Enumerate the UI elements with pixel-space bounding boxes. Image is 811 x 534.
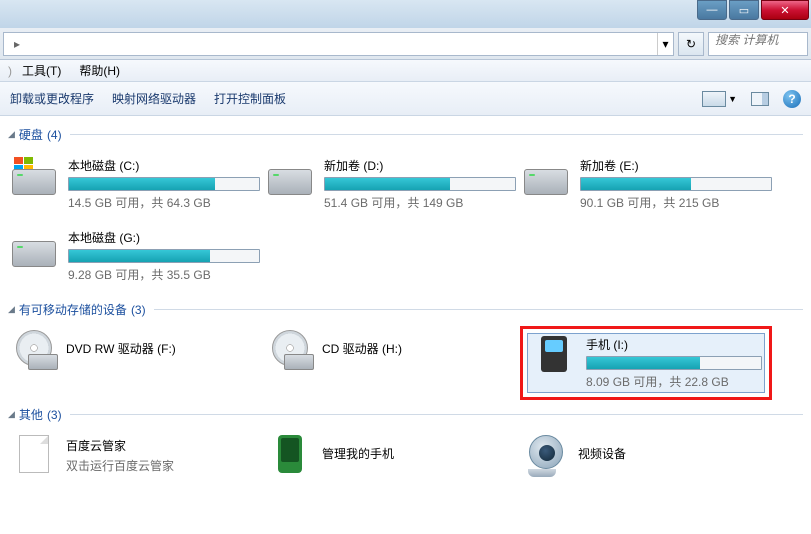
item-baidu[interactable]: 百度云管家 双击运行百度云管家 xyxy=(10,435,262,475)
item-video[interactable]: 视频设备 xyxy=(522,435,774,475)
group-rule xyxy=(70,414,803,415)
window-titlebar: — ▭ ✕ xyxy=(0,0,811,28)
drive-icon xyxy=(12,157,60,197)
view-icon xyxy=(702,91,726,107)
group-header-hdd[interactable]: ◢ 硬盘 (4) xyxy=(8,126,803,143)
drive-sub: 51.4 GB 可用，共 149 GB xyxy=(324,194,516,211)
uninstall-button[interactable]: 卸载或更改程序 xyxy=(10,90,94,107)
item-phone-mgr[interactable]: 管理我的手机 xyxy=(266,435,518,475)
capacity-bar xyxy=(68,177,260,191)
drive-cd[interactable]: CD 驱动器 (H:) xyxy=(266,330,518,370)
refresh-icon: ↻ xyxy=(686,37,696,51)
phone-icon xyxy=(266,435,314,475)
drive-g[interactable]: 本地磁盘 (G:) 9.28 GB 可用，共 35.5 GB xyxy=(10,227,262,285)
command-bar: 卸载或更改程序 映射网络驱动器 打开控制面板 ▼ ? xyxy=(0,82,811,116)
group-rule xyxy=(70,134,803,135)
webcam-icon xyxy=(522,435,570,475)
group-label: 硬盘 xyxy=(19,126,43,143)
collapse-icon: ◢ xyxy=(8,304,15,315)
capacity-bar xyxy=(586,356,762,370)
mp3-icon xyxy=(530,336,578,376)
drive-sub: 9.28 GB 可用，共 35.5 GB xyxy=(68,266,260,283)
collapse-icon: ◢ xyxy=(8,129,15,140)
group-header-other[interactable]: ◢ 其他 (3) xyxy=(8,406,803,423)
dvd-icon xyxy=(10,330,58,370)
view-button[interactable]: ▼ xyxy=(702,91,737,107)
group-count: (3) xyxy=(131,303,146,317)
map-drive-button[interactable]: 映射网络驱动器 xyxy=(112,90,196,107)
content-area: ◢ 硬盘 (4) 本地磁盘 (C:) 14.5 GB 可用，共 64.3 GB … xyxy=(0,116,811,534)
drive-name: CD 驱动器 (H:) xyxy=(322,340,402,357)
drive-icon xyxy=(12,229,60,269)
capacity-bar xyxy=(324,177,516,191)
capacity-bar xyxy=(580,177,772,191)
drive-name: 本地磁盘 (C:) xyxy=(68,157,260,174)
cd-icon xyxy=(266,330,314,370)
group-label: 有可移动存储的设备 xyxy=(19,301,127,318)
drive-e[interactable]: 新加卷 (E:) 90.1 GB 可用，共 215 GB xyxy=(522,155,774,213)
group-count: (3) xyxy=(47,408,62,422)
preview-pane-button[interactable] xyxy=(751,92,769,106)
refresh-button[interactable]: ↻ xyxy=(678,32,704,56)
group-count: (4) xyxy=(47,128,62,142)
drive-c[interactable]: 本地磁盘 (C:) 14.5 GB 可用，共 64.3 GB xyxy=(10,155,262,213)
drive-sub: 8.09 GB 可用，共 22.8 GB xyxy=(586,373,762,390)
group-header-removable[interactable]: ◢ 有可移动存储的设备 (3) xyxy=(8,301,803,318)
maximize-button[interactable]: ▭ xyxy=(729,0,759,20)
minimize-button[interactable]: — xyxy=(697,0,727,20)
drive-icon xyxy=(524,157,572,197)
highlight-box: 手机 (I:) 8.09 GB 可用，共 22.8 GB xyxy=(520,326,772,400)
drive-sub: 14.5 GB 可用，共 64.3 GB xyxy=(68,194,260,211)
group-label: 其他 xyxy=(19,406,43,423)
drive-dvd[interactable]: DVD RW 驱动器 (F:) xyxy=(10,330,262,370)
drive-icon xyxy=(268,157,316,197)
help-button[interactable]: ? xyxy=(783,90,801,108)
search-box[interactable] xyxy=(708,32,808,56)
item-sub: 双击运行百度云管家 xyxy=(66,457,174,474)
item-name: 视频设备 xyxy=(578,445,626,462)
drive-name: 新加卷 (E:) xyxy=(580,157,772,174)
menu-tools[interactable]: 工具(T) xyxy=(18,60,65,81)
drive-sub: 90.1 GB 可用，共 215 GB xyxy=(580,194,772,211)
group-rule xyxy=(154,309,803,310)
file-icon xyxy=(10,435,58,475)
item-name: 管理我的手机 xyxy=(322,445,394,462)
drive-name: DVD RW 驱动器 (F:) xyxy=(66,340,176,357)
address-bar: ▸ ▾ ↻ xyxy=(0,28,811,60)
menu-bar: ) 工具(T) 帮助(H) xyxy=(0,60,811,82)
drive-name: 新加卷 (D:) xyxy=(324,157,516,174)
collapse-icon: ◢ xyxy=(8,409,15,420)
drive-name: 手机 (I:) xyxy=(586,336,762,353)
drive-phone[interactable]: 手机 (I:) 8.09 GB 可用，共 22.8 GB xyxy=(527,333,765,393)
menu-help[interactable]: 帮助(H) xyxy=(75,60,124,81)
chevron-down-icon: ▼ xyxy=(728,94,737,104)
chevron-right-icon: ▸ xyxy=(14,37,20,51)
item-name: 百度云管家 xyxy=(66,437,174,454)
close-button[interactable]: ✕ xyxy=(761,0,809,20)
drive-name: 本地磁盘 (G:) xyxy=(68,229,260,246)
breadcrumb[interactable]: ▸ ▾ xyxy=(3,32,674,56)
address-dropdown-icon[interactable]: ▾ xyxy=(657,33,673,55)
menu-separator: ) xyxy=(4,62,16,80)
capacity-bar xyxy=(68,249,260,263)
control-panel-button[interactable]: 打开控制面板 xyxy=(214,90,286,107)
search-input[interactable] xyxy=(715,33,807,47)
drive-d[interactable]: 新加卷 (D:) 51.4 GB 可用，共 149 GB xyxy=(266,155,518,213)
